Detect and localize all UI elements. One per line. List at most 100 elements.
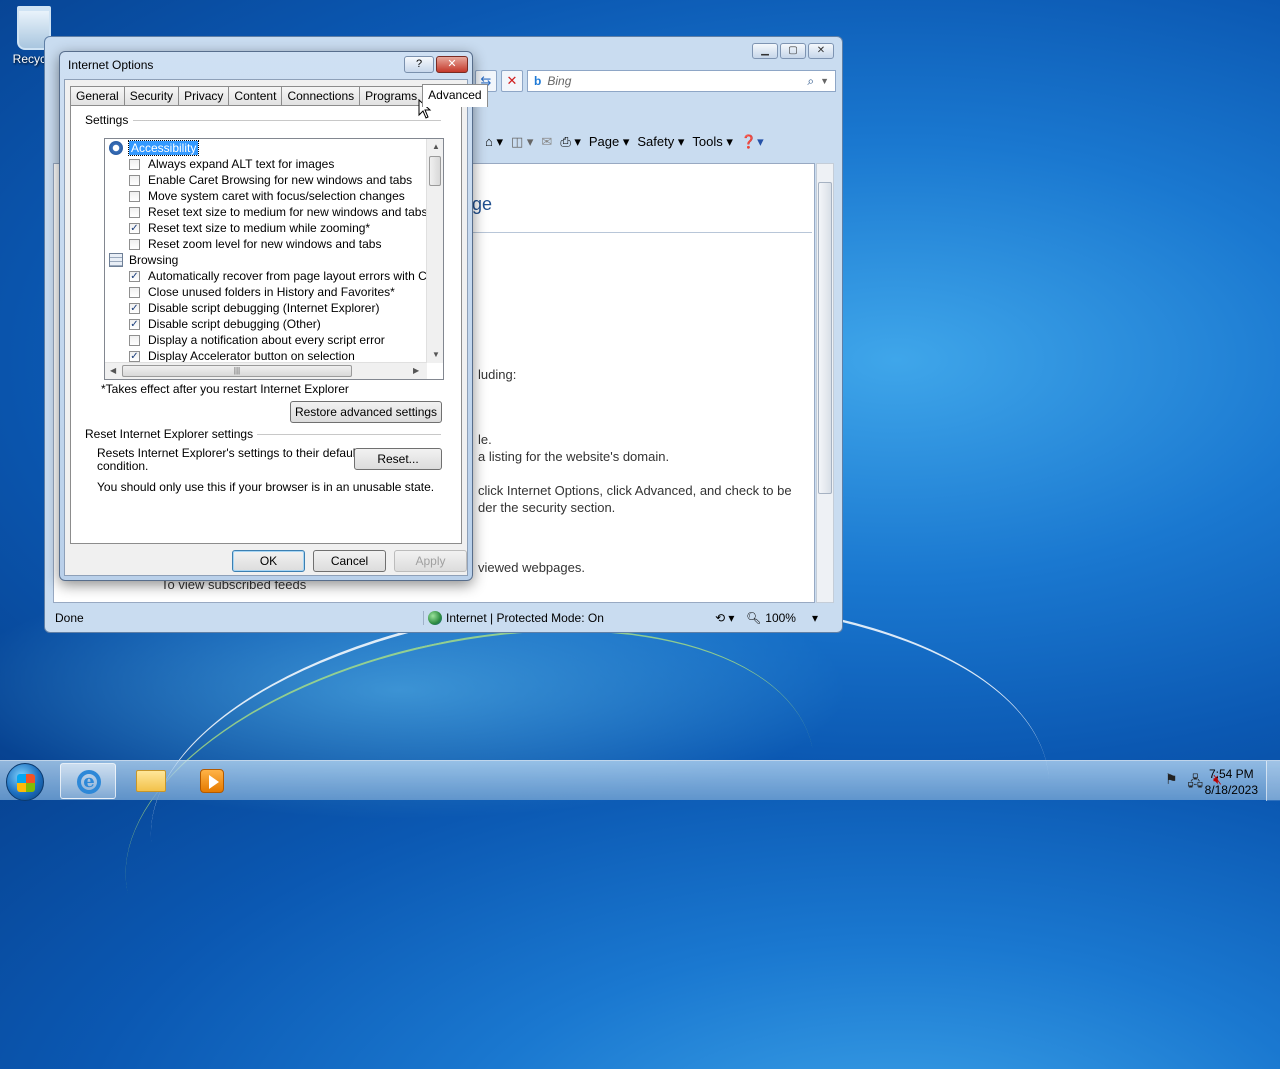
content-line-2: le. (478, 432, 492, 447)
print-icon[interactable]: ⎙ ▾ (560, 134, 581, 150)
popup-settings-icon[interactable]: ⟲ ▾ (715, 611, 734, 625)
accessibility-icon (109, 141, 123, 155)
settings-option[interactable]: ✓ Reset text size to medium while zooming… (105, 220, 427, 236)
tab-advanced[interactable]: Advanced (422, 84, 488, 107)
ie-vertical-scrollbar[interactable] (816, 163, 834, 603)
safety-menu[interactable]: Safety ▾ (637, 134, 684, 150)
zoom-chevron-down-icon: ▾ (811, 611, 818, 625)
ie-close-button[interactable]: ✕ (808, 43, 834, 59)
checkbox-unchecked[interactable] (129, 206, 140, 218)
taskbar-internet-explorer[interactable]: e (60, 763, 116, 799)
settings-tree-h-scroll-thumb[interactable]: ||| (122, 365, 352, 377)
settings-option[interactable]: ✓ Disable script debugging (Other) (105, 316, 427, 332)
settings-category-label: Accessibility (127, 140, 200, 156)
internet-options-dialog: Internet Options ? ✕ General Security Pr… (59, 51, 488, 581)
settings-option[interactable]: Reset text size to medium for new window… (105, 204, 427, 220)
checkbox-checked[interactable]: ✓ (129, 318, 140, 330)
tab-privacy[interactable]: Privacy (178, 86, 230, 106)
settings-tree-horizontal-scrollbar[interactable]: ◀ ||| ▶ (105, 362, 427, 379)
search-input[interactable]: b Bing ⌕ ▼ (527, 70, 836, 92)
media-player-icon[interactable] (200, 769, 224, 793)
reset-warning: You should only use this if your browser… (97, 480, 435, 494)
restart-note: *Takes effect after you restart Internet… (101, 382, 349, 396)
tab-general[interactable]: General (70, 86, 125, 106)
security-zone[interactable]: Internet | Protected Mode: On (423, 611, 691, 625)
advanced-tab-panel: Settings ✓ Display Accelerator button on … (70, 105, 462, 544)
restore-advanced-settings-button[interactable]: Restore advanced settings (290, 401, 442, 423)
settings-option-label: Automatically recover from page layout e… (148, 269, 444, 283)
ie-minimize-button[interactable]: ▁ (752, 43, 778, 59)
clock-time: 7:54 PM (1208, 767, 1254, 781)
taskbar-clock[interactable]: 7:54 PM 8/18/2023 (1205, 766, 1258, 798)
settings-tree[interactable]: ✓ Display Accelerator button on selection… (104, 138, 444, 380)
settings-option[interactable]: Display a notification about every scrip… (105, 332, 427, 348)
show-desktop-button[interactable] (1266, 761, 1280, 801)
reset-button[interactable]: Reset... (354, 448, 442, 470)
settings-category[interactable]: Accessibility (105, 140, 427, 156)
checkbox-unchecked[interactable] (129, 334, 140, 346)
zoom-icon: 🔍︎ (746, 611, 762, 625)
settings-option-label: Disable script debugging (Other) (148, 317, 321, 331)
reset-group-label: Reset Internet Explorer settings (85, 427, 258, 441)
settings-option[interactable]: Move system caret with focus/selection c… (105, 188, 427, 204)
settings-option-label: Display Accelerator button on selection (148, 349, 355, 363)
checkbox-unchecked[interactable] (129, 174, 140, 186)
settings-option-label: Reset text size to medium for new window… (148, 205, 428, 219)
settings-tree-vertical-scrollbar[interactable]: ▲ ▼ (426, 139, 443, 363)
checkbox-checked[interactable]: ✓ (129, 302, 140, 314)
content-line-4: click Internet Options, click Advanced, … (478, 483, 792, 498)
heading-divider (472, 232, 812, 233)
home-icon[interactable]: ⌂ ▾ (485, 134, 503, 150)
checkbox-unchecked[interactable] (129, 158, 140, 170)
settings-option-label: Enable Caret Browsing for new windows an… (148, 173, 413, 187)
tab-connections[interactable]: Connections (281, 86, 361, 106)
status-text: Done (55, 611, 84, 625)
ie-maximize-button[interactable]: ▢ (780, 43, 806, 59)
checkbox-checked[interactable]: ✓ (129, 270, 140, 282)
help-icon[interactable]: ❓▾ (741, 134, 764, 150)
settings-category[interactable]: Browsing (105, 252, 427, 268)
settings-option[interactable]: Always expand ALT text for images (105, 156, 427, 172)
apply-button: Apply (394, 550, 467, 572)
checkbox-checked[interactable]: ✓ (129, 222, 140, 234)
zoom-control[interactable]: 🔍︎ 100% ▾ (746, 611, 834, 625)
browsing-icon (109, 253, 123, 267)
settings-option[interactable]: ✓ Automatically recover from page layout … (105, 268, 443, 284)
stop-icon[interactable]: ✕ (501, 70, 523, 92)
ie-caption-buttons: ▁ ▢ ✕ (752, 43, 834, 59)
network-icon[interactable]: 🖧︎ (1188, 771, 1204, 795)
checkbox-unchecked[interactable] (129, 238, 140, 250)
dialog-close-button[interactable]: ✕ (436, 56, 468, 73)
checkbox-checked[interactable]: ✓ (129, 350, 140, 362)
cancel-button[interactable]: Cancel (313, 550, 386, 572)
checkbox-unchecked[interactable] (129, 190, 140, 202)
tab-content[interactable]: Content (228, 86, 283, 106)
scroll-left-icon[interactable]: ◀ (110, 366, 116, 375)
scroll-right-icon[interactable]: ▶ (413, 366, 419, 375)
windows-explorer-folder-icon[interactable] (136, 770, 166, 792)
settings-option[interactable]: Enable Caret Browsing for new windows an… (105, 172, 427, 188)
checkbox-unchecked[interactable] (129, 286, 140, 298)
ok-button[interactable]: OK (232, 550, 305, 572)
tab-security[interactable]: Security (123, 86, 180, 106)
read-mail-icon[interactable]: ✉ (541, 134, 552, 150)
windows-logo-icon (17, 774, 35, 792)
settings-tree-scroll-thumb[interactable] (429, 156, 441, 186)
settings-option[interactable]: ✓ Disable script debugging (Internet Expl… (105, 300, 427, 316)
content-line-5: der the security section. (478, 500, 616, 515)
scroll-up-icon[interactable]: ▲ (432, 142, 440, 151)
page-menu[interactable]: Page ▾ (589, 134, 630, 150)
ie-scroll-thumb[interactable] (818, 182, 832, 494)
search-options-chevron-down-icon[interactable]: ▼ (820, 76, 829, 86)
feeds-icon[interactable]: ◫ ▾ (511, 134, 533, 150)
dialog-help-button[interactable]: ? (404, 56, 434, 73)
settings-option[interactable]: Reset zoom level for new windows and tab… (105, 236, 427, 252)
scroll-down-icon[interactable]: ▼ (432, 350, 440, 359)
tools-menu[interactable]: Tools ▾ (692, 134, 733, 150)
tab-programs[interactable]: Programs (359, 86, 424, 106)
settings-option[interactable]: Close unused folders in History and Favo… (105, 284, 427, 300)
action-center-flag-icon[interactable]: ⚑ (1165, 771, 1178, 795)
search-icon[interactable]: ⌕ (807, 74, 814, 89)
start-button[interactable] (6, 763, 44, 801)
settings-option-label: Reset text size to medium while zooming* (148, 221, 371, 235)
